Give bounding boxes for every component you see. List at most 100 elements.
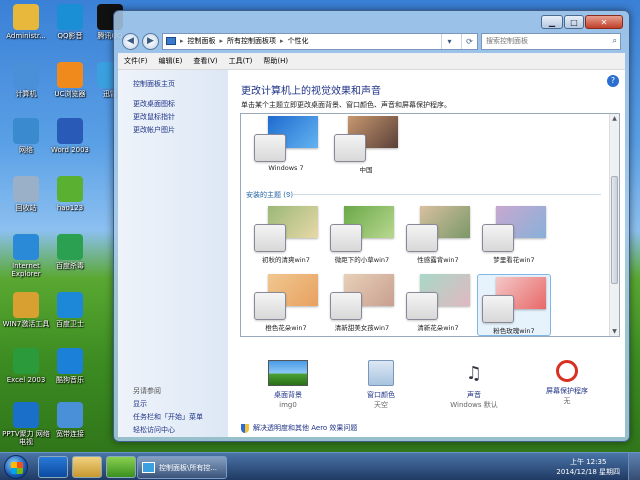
menu-tools[interactable]: 工具(T) xyxy=(229,56,253,66)
desktop-icon-label: 酷狗音乐 xyxy=(56,376,84,384)
system-clock[interactable]: 上午 12:35 2014/12/18 星期四 xyxy=(556,457,620,477)
desktop-background-icon xyxy=(268,360,308,386)
theme-label: 橙色花朵win7 xyxy=(265,324,307,332)
screensaver-icon xyxy=(556,360,578,382)
desktop-icon[interactable]: 百度卫士 xyxy=(44,292,96,328)
menu-edit[interactable]: 编辑(E) xyxy=(159,56,183,66)
see-also-ease-of-access[interactable]: 轻松访问中心 xyxy=(133,424,203,437)
desktop-icon[interactable]: Word 2003 xyxy=(44,118,96,154)
theme-preview xyxy=(254,274,318,320)
search-input[interactable] xyxy=(486,37,613,45)
main-panel: ? 更改计算机上的视觉效果和声音 单击某个主题立即更改桌面背景、窗口颜色、声音和… xyxy=(228,70,625,437)
taskbar-control-panel[interactable]: 控制面板\所有控... xyxy=(137,456,227,479)
help-icon[interactable]: ? xyxy=(607,75,619,87)
theme-window-color-swatch xyxy=(254,134,286,162)
baidu-guard-icon xyxy=(57,292,83,318)
theme-preview xyxy=(330,274,394,320)
desktop-icon-label: Word 2003 xyxy=(50,146,90,154)
theme-scrollbar[interactable]: ▲ ▼ xyxy=(609,114,619,336)
menu-help[interactable]: 帮助(H) xyxy=(263,56,288,66)
qq-player-icon xyxy=(57,4,83,30)
search-icon[interactable]: ⌕ xyxy=(613,36,620,46)
see-also: 另请参阅 显示 任务栏和「开始」菜单 轻松访问中心 xyxy=(133,385,203,437)
ie-icon xyxy=(13,234,39,260)
see-also-taskbar[interactable]: 任务栏和「开始」菜单 xyxy=(133,411,203,424)
sidebar-link-mouse-pointer[interactable]: 更改鼠标指针 xyxy=(133,111,228,124)
theme-label: 清新花朵win7 xyxy=(417,324,459,332)
theme-tile[interactable]: 清新花朵win7 xyxy=(401,274,475,332)
back-icon[interactable]: ◀ xyxy=(122,32,139,50)
theme-label: 梦里看花win7 xyxy=(493,256,535,264)
breadcrumb-control-panel[interactable]: 控制面板 xyxy=(188,36,216,46)
sidebar-link-desktop-icons[interactable]: 更改桌面图标 xyxy=(133,98,228,111)
minimize-button[interactable]: ▁ xyxy=(541,15,563,29)
see-also-display[interactable]: 显示 xyxy=(133,398,203,411)
theme-tile[interactable]: 清新甜美女孩win7 xyxy=(325,274,399,332)
theme-tile[interactable]: 初秋的清爽win7 xyxy=(249,206,323,264)
address-bar[interactable]: ▸ 控制面板 ▸ 所有控制面板项 ▸ 个性化 ▾ ⟳ xyxy=(162,32,478,50)
close-button[interactable]: ✕ xyxy=(585,15,623,29)
theme-tile[interactable]: 梦里看花win7 xyxy=(477,206,551,264)
theme-tile[interactable]: 粉色玫瑰win7 xyxy=(477,274,551,336)
desktop-icon[interactable]: hao123 xyxy=(44,176,96,212)
address-dropdown-icon[interactable]: ▾ xyxy=(441,33,457,49)
theme-preview xyxy=(406,274,470,320)
desktop-icon[interactable]: 百度杀毒 xyxy=(44,234,96,270)
theme-window-color-swatch xyxy=(406,292,438,320)
word-icon xyxy=(57,118,83,144)
sidebar: 控制面板主页 更改桌面图标 更改鼠标指针 更改帐户图片 另请参阅 显示 任务栏和… xyxy=(118,70,228,437)
aero-troubleshoot-link[interactable]: 解决透明度和其他 Aero 效果问题 xyxy=(241,423,357,433)
maximize-button[interactable]: □ xyxy=(564,15,584,29)
shield-icon xyxy=(241,423,249,433)
theme-preview xyxy=(406,206,470,252)
page-title: 更改计算机上的视觉效果和声音 xyxy=(241,86,381,97)
clock-time: 上午 12:35 xyxy=(570,458,607,466)
broadband-icon xyxy=(57,402,83,428)
breadcrumb-personalization[interactable]: 个性化 xyxy=(288,36,309,46)
search-box[interactable]: ⌕ xyxy=(481,32,621,50)
address-row: ◀ ▶ ▸ 控制面板 ▸ 所有控制面板项 ▸ 个性化 ▾ ⟳ ⌕ xyxy=(122,31,621,51)
theme-window-color-swatch xyxy=(334,134,366,162)
theme-window-color-swatch xyxy=(482,295,514,323)
start-button[interactable] xyxy=(4,455,28,479)
theme-window-color-swatch xyxy=(330,224,362,252)
theme-tile[interactable]: 中国 xyxy=(329,116,403,174)
setting-desktop-background[interactable]: 桌面背景 img0 xyxy=(248,360,328,410)
explorer-taskbar-icon[interactable] xyxy=(72,456,102,478)
desktop-icon[interactable]: 宽带连接 xyxy=(44,402,96,438)
scroll-thumb[interactable] xyxy=(611,176,618,284)
theme-tile[interactable]: 微距下的小草win7 xyxy=(325,206,399,264)
see-also-header: 另请参阅 xyxy=(133,387,161,395)
setting-window-color[interactable]: 窗口颜色 天空 xyxy=(341,360,421,410)
theme-tile[interactable]: Windows 7 xyxy=(249,116,323,172)
theme-label: 初秋的清爽win7 xyxy=(262,256,310,264)
forward-icon[interactable]: ▶ xyxy=(142,32,159,50)
desktop-icon-label: 百度杀毒 xyxy=(56,262,84,270)
personalization-window: ▁ □ ✕ ◀ ▶ ▸ 控制面板 ▸ 所有控制面板项 ▸ 个性化 ▾ ⟳ ⌕ 文… xyxy=(113,10,630,442)
theme-window-color-swatch xyxy=(254,224,286,252)
desktop-icon-label: hao123 xyxy=(56,204,84,212)
sidebar-home-link[interactable]: 控制面板主页 xyxy=(133,78,228,91)
setting-screensaver[interactable]: 屏幕保护程序 无 xyxy=(527,360,607,406)
show-desktop-button[interactable] xyxy=(628,453,640,480)
desktop-icon-label: 百度卫士 xyxy=(56,320,84,328)
uc-browser-icon xyxy=(57,62,83,88)
hao123-taskbar-icon[interactable] xyxy=(106,456,136,478)
sidebar-link-account-picture[interactable]: 更改帐户图片 xyxy=(133,124,228,137)
ie-taskbar-icon[interactable] xyxy=(38,456,68,478)
setting-sound[interactable]: ♫ 声音 Windows 默认 xyxy=(434,360,514,410)
scroll-up-icon[interactable]: ▲ xyxy=(610,114,619,123)
menu-file[interactable]: 文件(F) xyxy=(124,56,148,66)
installed-themes-header: 安装的主题 (9) xyxy=(246,191,294,199)
window-color-icon xyxy=(368,360,394,386)
menu-view[interactable]: 查看(V) xyxy=(193,56,217,66)
menu-bar: 文件(F) 编辑(E) 查看(V) 工具(T) 帮助(H) xyxy=(118,53,625,70)
desktop-icon[interactable]: 酷狗音乐 xyxy=(44,348,96,384)
control-panel-icon xyxy=(166,37,176,45)
theme-tile[interactable]: 橙色花朵win7 xyxy=(249,274,323,332)
theme-tile[interactable]: 性感露背win7 xyxy=(401,206,475,264)
scroll-down-icon[interactable]: ▼ xyxy=(610,327,619,336)
breadcrumb-all-items[interactable]: 所有控制面板项 xyxy=(227,36,276,46)
refresh-icon[interactable]: ⟳ xyxy=(461,33,477,49)
win7-activate-icon xyxy=(13,292,39,318)
